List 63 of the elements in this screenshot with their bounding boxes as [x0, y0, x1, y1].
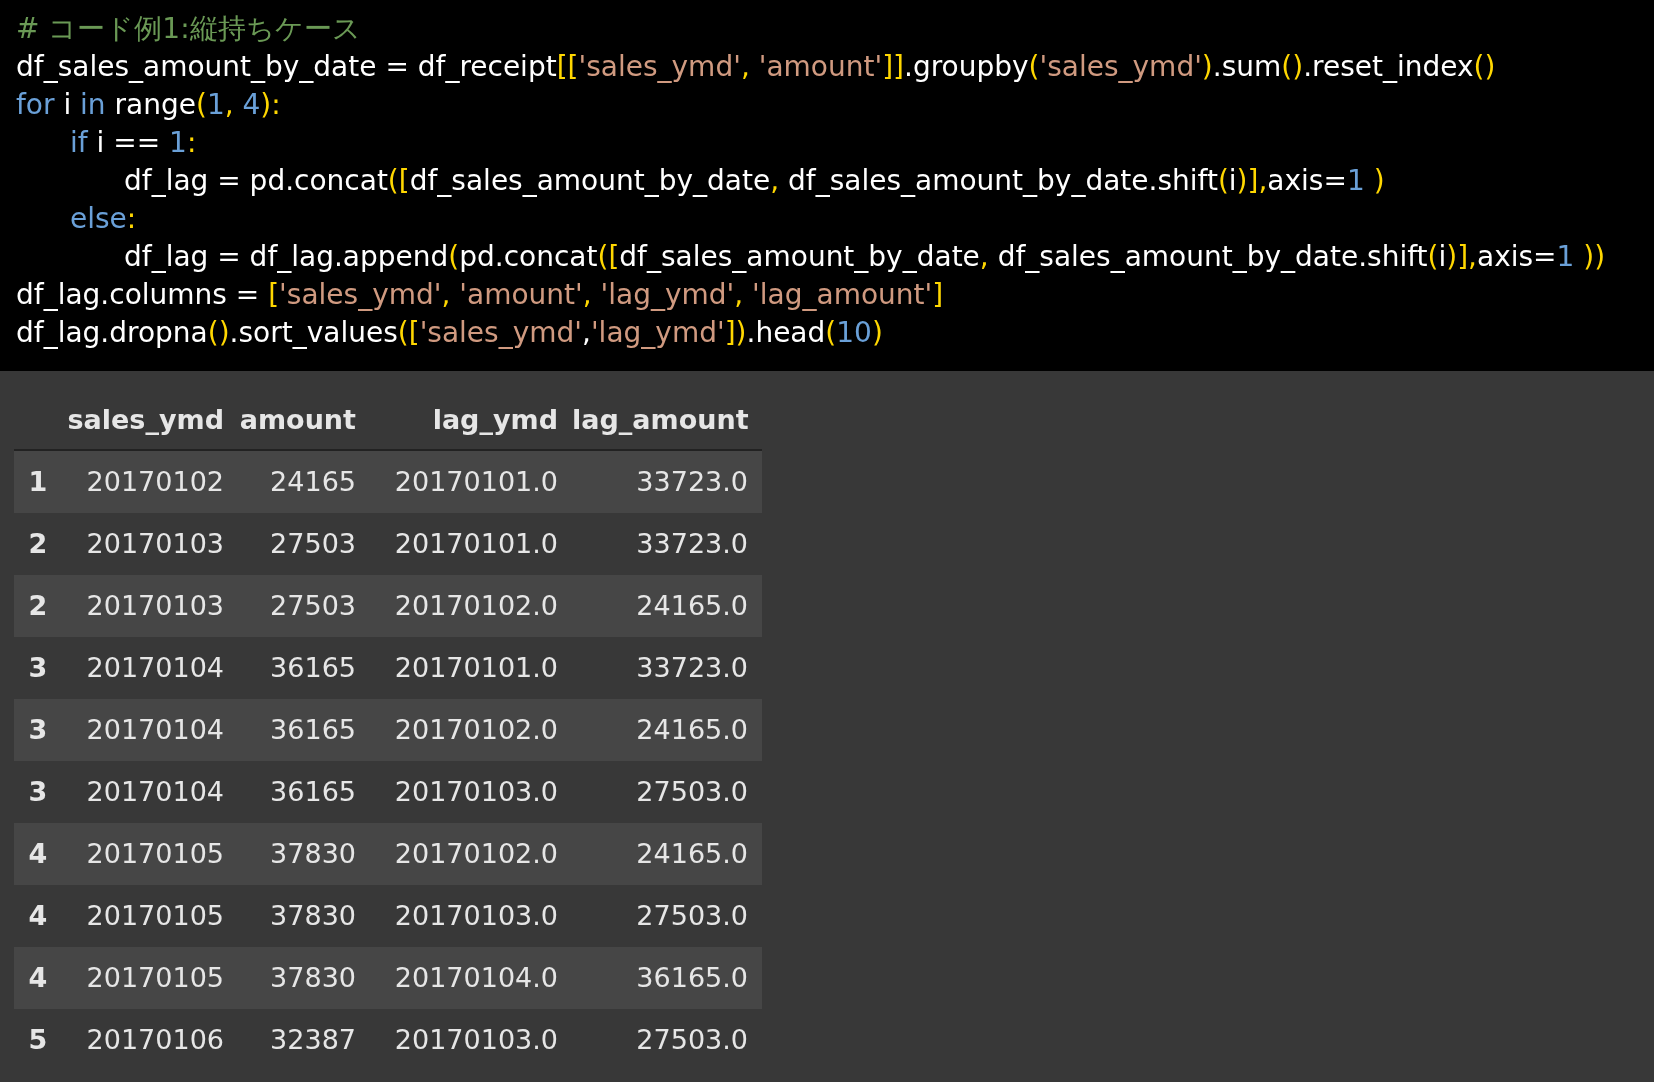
table-cell: 24165.0	[636, 837, 748, 869]
code-comment: # コード例1:縦持ちケース	[16, 11, 362, 47]
code-line: df_lag = df_lag.append(pd.concat([df_sales_amount_by_date, df_sales_amount_by_date.shift(i)],axis=1 ))	[124, 239, 1607, 275]
table-cell: 20170106	[86, 1023, 224, 1055]
code-line: for i in range(1, 4):	[16, 87, 282, 123]
table-cell: 20170101.0	[394, 651, 558, 683]
table-cell: 27503	[270, 589, 356, 621]
table-cell: 20170101.0	[394, 527, 558, 559]
table-cell: 32387	[270, 1023, 356, 1055]
table-cell: 36165	[270, 651, 356, 683]
table-cell: 20170103.0	[394, 775, 558, 807]
table-cell: 20170101.0	[394, 465, 558, 497]
table-cell: 33723.0	[636, 465, 748, 497]
code-line: df_lag.columns = ['sales_ymd', 'amount', 'lag_ymd', 'lag_amount']	[16, 277, 945, 313]
table-cell: 20170102	[86, 465, 224, 497]
table-cell: 36165	[270, 713, 356, 745]
table-cell: 20170103	[86, 589, 224, 621]
table-cell: 24165	[270, 465, 356, 497]
table-cell: 20170102.0	[394, 589, 558, 621]
column-header: amount	[239, 403, 356, 435]
table-cell: 33723.0	[636, 527, 748, 559]
table-cell: 27503	[270, 527, 356, 559]
table-cell: 20170103.0	[394, 1023, 558, 1055]
table-cell: 20170105	[86, 837, 224, 869]
column-header: lag_ymd	[432, 403, 558, 435]
table-cell: 37830	[270, 961, 356, 993]
table-cell: 20170102.0	[394, 837, 558, 869]
column-header: sales_ymd	[67, 403, 224, 435]
row-index: 3	[28, 651, 48, 683]
table-cell: 37830	[270, 899, 356, 931]
column-header: lag_amount	[572, 403, 749, 435]
table-cell: 20170105	[86, 899, 224, 931]
row-index: 3	[28, 713, 48, 745]
table-cell: 20170102.0	[394, 713, 558, 745]
code-line: df_sales_amount_by_date = df_receipt[['sales_ymd', 'amount']].groupby('sales_ymd').sum().reset_index()	[16, 49, 1497, 85]
row-index: 4	[28, 837, 48, 869]
code-line: if i == 1:	[70, 125, 198, 161]
row-index: 2	[28, 527, 48, 559]
table-cell: 27503.0	[636, 775, 748, 807]
table-cell: 20170104.0	[394, 961, 558, 993]
table-cell: 33723.0	[636, 651, 748, 683]
table-cell: 27503.0	[636, 899, 748, 931]
row-index: 4	[28, 961, 48, 993]
table-cell: 20170104	[86, 651, 224, 683]
row-index: 5	[28, 1023, 48, 1055]
row-index: 4	[28, 899, 48, 931]
table-cell: 20170104	[86, 775, 224, 807]
table-cell: 20170103.0	[394, 899, 558, 931]
table-cell: 24165.0	[636, 589, 748, 621]
row-index: 3	[28, 775, 48, 807]
row-index: 1	[28, 465, 48, 497]
table-cell: 24165.0	[636, 713, 748, 745]
table-cell: 36165	[270, 775, 356, 807]
table-cell: 37830	[270, 837, 356, 869]
code-line: df_lag = pd.concat([df_sales_amount_by_date, df_sales_amount_by_date.shift(i)],axis=1 )	[124, 163, 1386, 199]
row-index: 2	[28, 589, 48, 621]
table-cell: 20170104	[86, 713, 224, 745]
code-line: df_lag.dropna().sort_values(['sales_ymd','lag_ymd']).head(10)	[16, 315, 884, 351]
table-cell: 20170105	[86, 961, 224, 993]
table-cell: 36165.0	[636, 961, 748, 993]
table-cell: 20170103	[86, 527, 224, 559]
code-line: else:	[70, 201, 138, 237]
table-cell: 27503.0	[636, 1023, 748, 1055]
